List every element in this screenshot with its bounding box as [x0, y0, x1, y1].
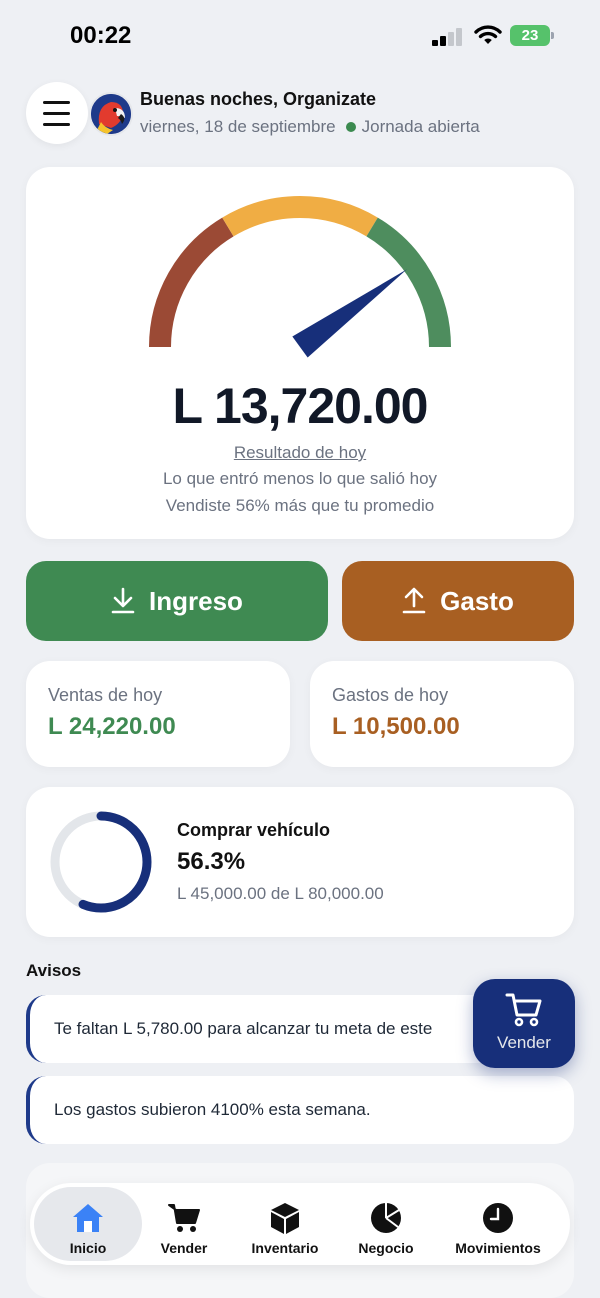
home-icon	[73, 1204, 103, 1232]
tab-label: Vender	[160, 1240, 208, 1256]
status-dot-icon	[345, 122, 356, 133]
menu-button[interactable]	[26, 82, 88, 144]
tab-inventario[interactable]: Inventario	[236, 1187, 334, 1261]
cart-icon	[505, 993, 542, 1027]
signal-icon	[432, 26, 464, 46]
expenses-today-card[interactable]: Gastos de hoy L 10,500.00	[310, 661, 574, 767]
daily-result-card: L 13,720.00 Resultado de hoy Lo que entr…	[26, 167, 574, 539]
daily-result-amount: L 13,720.00	[172, 378, 429, 434]
sell-fab-label: Vender	[497, 1033, 551, 1052]
goal-percent: 56.3%	[177, 848, 246, 875]
gauge-mid-segment	[222, 196, 378, 237]
goal-progress-ring	[50, 811, 152, 913]
goal-title: Comprar vehículo	[177, 820, 331, 840]
clock-icon	[483, 1203, 513, 1233]
tab-movimientos[interactable]: Movimientos	[440, 1187, 556, 1261]
status-bar: 00:22 23	[0, 0, 600, 70]
result-label[interactable]: Resultado de hoy	[26, 443, 574, 463]
greeting-title: Buenas noches, Organizate	[140, 89, 377, 109]
sell-fab-button[interactable]: Vender	[473, 979, 575, 1068]
notice-text: Los gastos subieron 4100% esta semana.	[54, 1100, 371, 1119]
current-date: viernes, 18 de septiembre	[140, 117, 336, 136]
sales-today-label: Ventas de hoy	[48, 685, 163, 705]
income-button-label: Ingreso	[149, 585, 243, 616]
parrot-logo-icon	[91, 94, 131, 134]
notice-item[interactable]: Los gastos subieron 4100% esta semana.	[26, 1076, 574, 1144]
expenses-today-label: Gastos de hoy	[332, 685, 449, 705]
tab-label: Inicio	[69, 1240, 107, 1256]
sales-today-card[interactable]: Ventas de hoy L 24,220.00	[26, 661, 290, 767]
income-button[interactable]: Ingreso	[26, 561, 328, 641]
notices-title: Avisos	[26, 961, 82, 980]
tab-vender[interactable]: Vender	[142, 1187, 226, 1261]
wifi-icon	[474, 25, 502, 44]
battery-icon: 23	[510, 25, 554, 46]
tab-negocio[interactable]: Negocio	[344, 1187, 428, 1261]
pie-chart-icon	[371, 1203, 401, 1233]
gauge-needle	[292, 269, 407, 358]
status-time: 00:22	[70, 22, 132, 49]
header-subline: viernes, 18 de septiembre Jornada abierta	[140, 117, 480, 137]
goal-detail: L 45,000.00 de L 80,000.00	[177, 884, 384, 903]
tab-inicio[interactable]: Inicio	[34, 1187, 142, 1261]
expense-button[interactable]: Gasto	[342, 561, 574, 641]
menu-icon	[43, 101, 70, 104]
cart-icon	[168, 1204, 200, 1232]
notice-text: Te faltan L 5,780.00 para alcanzar tu me…	[54, 1019, 433, 1038]
battery-level: 23	[510, 25, 550, 46]
expenses-today-value: L 10,500.00	[332, 713, 460, 740]
shift-status: Jornada abierta	[361, 117, 480, 136]
box-icon	[271, 1203, 299, 1234]
tab-label: Inventario	[251, 1240, 319, 1256]
tab-label: Negocio	[358, 1240, 414, 1256]
sales-today-value: L 24,220.00	[48, 713, 176, 740]
goal-card[interactable]: Comprar vehículo 56.3% L 45,000.00 de L …	[26, 787, 574, 937]
tab-label: Movimientos	[455, 1240, 541, 1256]
bottom-tab-bar: Inicio Vender Inventario Negocio Movimie…	[30, 1183, 570, 1265]
sales-comparison: Vendiste 56% más que tu promedio	[165, 496, 435, 515]
gauge-low-segment	[149, 217, 234, 348]
download-icon	[111, 587, 135, 614]
result-description: Lo que entró menos lo que salió hoy	[162, 469, 438, 488]
upload-icon	[402, 587, 426, 614]
avatar[interactable]	[89, 92, 133, 136]
expense-button-label: Gasto	[440, 585, 514, 616]
